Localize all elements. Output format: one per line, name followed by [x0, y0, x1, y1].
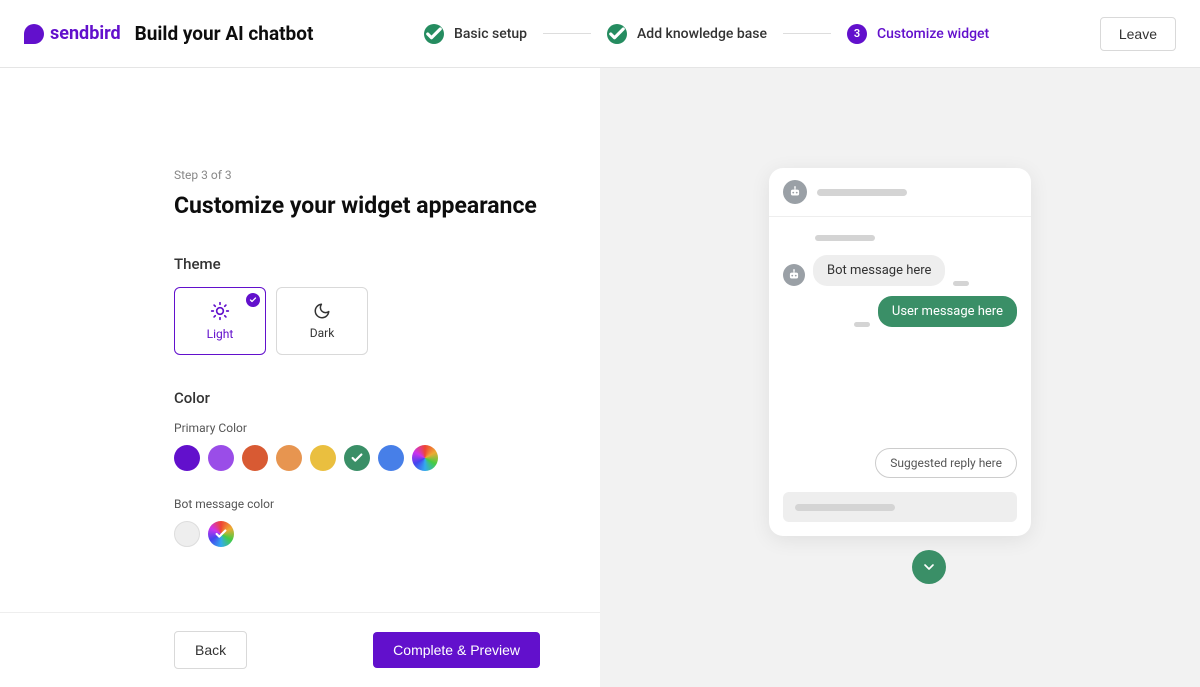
chat-widget-preview: Bot message here User message here Sugge…	[769, 168, 1031, 536]
color-swatch-custom[interactable]	[412, 445, 438, 471]
step-connector	[783, 33, 831, 34]
bot-avatar-icon	[783, 180, 807, 204]
step-customize-widget[interactable]: 3 Customize widget	[847, 24, 989, 44]
input-placeholder-bar	[795, 504, 895, 511]
leave-button[interactable]: Leave	[1100, 17, 1176, 51]
primary-color-label: Primary Color	[174, 421, 540, 435]
color-swatch-orange[interactable]	[276, 445, 302, 471]
check-icon	[607, 24, 627, 44]
preview-panel: Bot message here User message here Sugge…	[600, 68, 1200, 687]
theme-card-label: Dark	[310, 326, 335, 340]
chat-body: Bot message here User message here Sugge…	[769, 217, 1031, 492]
color-swatch-violet[interactable]	[208, 445, 234, 471]
bot-title-placeholder	[817, 189, 907, 196]
main-layout: Step 3 of 3 Customize your widget appear…	[0, 68, 1200, 687]
bot-message-row: Bot message here	[783, 255, 1017, 286]
theme-card-label: Light	[207, 327, 234, 341]
progress-stepper: Basic setup Add knowledge base 3 Customi…	[424, 24, 989, 44]
sendbird-logo-icon	[24, 24, 44, 44]
back-button[interactable]: Back	[174, 631, 247, 669]
selected-badge-icon	[246, 293, 260, 307]
section-heading: Customize your widget appearance	[174, 192, 540, 219]
theme-label: Theme	[174, 255, 540, 273]
timestamp-placeholder	[953, 281, 969, 286]
bot-avatar-icon	[783, 264, 805, 286]
bot-name-placeholder	[815, 235, 875, 241]
brand-name: sendbird	[50, 23, 121, 44]
color-label: Color	[174, 389, 540, 407]
page-title: Build your AI chatbot	[135, 22, 314, 45]
bot-message-swatches	[174, 521, 540, 547]
step-label: Customize widget	[877, 26, 989, 42]
widget-toggle-fab[interactable]	[912, 550, 946, 584]
chat-header	[769, 168, 1031, 217]
app-header: sendbird Build your AI chatbot Basic set…	[0, 0, 1200, 68]
step-add-knowledge[interactable]: Add knowledge base	[607, 24, 767, 44]
color-swatch-green[interactable]	[344, 445, 370, 471]
color-swatch-light-gray[interactable]	[174, 521, 200, 547]
bot-message-bubble: Bot message here	[813, 255, 945, 286]
color-swatch-red[interactable]	[242, 445, 268, 471]
user-message-bubble: User message here	[878, 296, 1017, 327]
check-icon	[424, 24, 444, 44]
theme-option-dark[interactable]: Dark	[276, 287, 368, 355]
check-icon	[214, 527, 228, 541]
primary-color-swatches	[174, 445, 540, 471]
step-basic-setup[interactable]: Basic setup	[424, 24, 527, 44]
config-content: Step 3 of 3 Customize your widget appear…	[0, 68, 600, 612]
check-icon	[350, 451, 364, 465]
color-swatch-yellow[interactable]	[310, 445, 336, 471]
user-message-row: User message here	[783, 296, 1017, 327]
theme-options: Light Dark	[174, 287, 540, 355]
theme-option-light[interactable]: Light	[174, 287, 266, 355]
complete-preview-button[interactable]: Complete & Preview	[373, 632, 540, 668]
chevron-down-icon	[921, 559, 937, 575]
suggested-reply-chip[interactable]: Suggested reply here	[875, 448, 1017, 478]
step-number: 3	[847, 24, 867, 44]
brand-logo: sendbird	[24, 23, 121, 44]
timestamp-placeholder	[854, 322, 870, 327]
footer-actions: Back Complete & Preview	[0, 612, 600, 687]
bot-message-color-label: Bot message color	[174, 497, 540, 511]
step-connector	[543, 33, 591, 34]
color-swatch-purple[interactable]	[174, 445, 200, 471]
step-indicator: Step 3 of 3	[174, 168, 540, 182]
chat-input-placeholder[interactable]	[783, 492, 1017, 522]
color-swatch-blue[interactable]	[378, 445, 404, 471]
step-label: Add knowledge base	[637, 26, 767, 42]
moon-icon	[313, 302, 331, 320]
config-panel: Step 3 of 3 Customize your widget appear…	[0, 68, 600, 687]
color-swatch-custom[interactable]	[208, 521, 234, 547]
step-label: Basic setup	[454, 26, 527, 42]
sun-icon	[210, 301, 230, 321]
